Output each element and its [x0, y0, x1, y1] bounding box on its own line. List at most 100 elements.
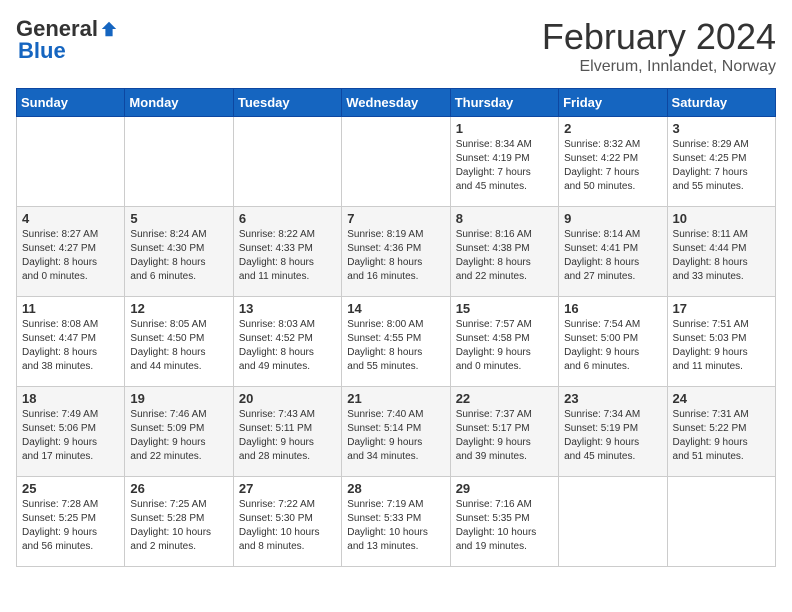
day-info: Sunrise: 8:05 AMSunset: 4:50 PMDaylight:…: [130, 318, 227, 374]
day-number: 16: [564, 301, 661, 316]
day-number: 1: [456, 121, 553, 136]
logo-icon: [100, 20, 118, 38]
day-info: Sunrise: 7:57 AMSunset: 4:58 PMDaylight:…: [456, 318, 553, 374]
calendar-cell: [125, 117, 233, 207]
day-info: Sunrise: 7:43 AMSunset: 5:11 PMDaylight:…: [239, 408, 336, 464]
day-number: 12: [130, 301, 227, 316]
weekday-header-sunday: Sunday: [17, 89, 125, 117]
calendar-cell: 28 Sunrise: 7:19 AMSunset: 5:33 PMDayligh…: [342, 477, 450, 567]
page-header: General Blue February 2024 Elverum, Innl…: [16, 16, 776, 76]
day-info: Sunrise: 8:24 AMSunset: 4:30 PMDaylight:…: [130, 228, 227, 284]
calendar-cell: 8Sunrise: 8:16 AMSunset: 4:38 PMDaylight…: [450, 207, 558, 297]
day-number: 28: [347, 481, 444, 496]
calendar-cell: 9Sunrise: 8:14 AMSunset: 4:41 PMDaylight…: [559, 207, 667, 297]
day-number: 17: [673, 301, 770, 316]
calendar-cell: [559, 477, 667, 567]
day-number: 6: [239, 211, 336, 226]
day-info: Sunrise: 7:46 AMSunset: 5:09 PMDaylight:…: [130, 408, 227, 464]
weekday-header-saturday: Saturday: [667, 89, 775, 117]
day-info: Sunrise: 7:40 AMSunset: 5:14 PMDaylight:…: [347, 408, 444, 464]
calendar-cell: 17 Sunrise: 7:51 AMSunset: 5:03 PMDayligh…: [667, 297, 775, 387]
calendar-cell: [667, 477, 775, 567]
day-info: Sunrise: 8:11 AMSunset: 4:44 PMDaylight:…: [673, 228, 770, 284]
calendar-cell: 26 Sunrise: 7:25 AMSunset: 5:28 PMDayligh…: [125, 477, 233, 567]
calendar-cell: 11 Sunrise: 8:08 AMSunset: 4:47 PMDayligh…: [17, 297, 125, 387]
calendar-cell: [233, 117, 341, 207]
calendar-cell: 2 Sunrise: 8:32 AMSunset: 4:22 PMDaylight…: [559, 117, 667, 207]
day-info: Sunrise: 7:25 AMSunset: 5:28 PMDaylight:…: [130, 498, 227, 554]
day-number: 27: [239, 481, 336, 496]
day-info: Sunrise: 7:19 AMSunset: 5:33 PMDaylight:…: [347, 498, 444, 554]
day-number: 11: [22, 301, 119, 316]
day-number: 19: [130, 391, 227, 406]
calendar-cell: 16 Sunrise: 7:54 AMSunset: 5:00 PMDayligh…: [559, 297, 667, 387]
calendar-week-1: 1 Sunrise: 8:34 AMSunset: 4:19 PMDaylight…: [17, 117, 776, 207]
day-info: Sunrise: 7:49 AMSunset: 5:06 PMDaylight:…: [22, 408, 119, 464]
day-info: Sunrise: 7:34 AMSunset: 5:19 PMDaylight:…: [564, 408, 661, 464]
calendar-cell: 5 Sunrise: 8:24 AMSunset: 4:30 PMDaylight…: [125, 207, 233, 297]
day-number: 15: [456, 301, 553, 316]
day-info: Sunrise: 7:51 AMSunset: 5:03 PMDaylight:…: [673, 318, 770, 374]
day-number: 26: [130, 481, 227, 496]
weekday-header-thursday: Thursday: [450, 89, 558, 117]
calendar-cell: 6 Sunrise: 8:22 AMSunset: 4:33 PMDaylight…: [233, 207, 341, 297]
day-number: 5: [130, 211, 227, 226]
calendar-cell: 1 Sunrise: 8:34 AMSunset: 4:19 PMDaylight…: [450, 117, 558, 207]
day-number: 18: [22, 391, 119, 406]
calendar-week-5: 25 Sunrise: 7:28 AMSunset: 5:25 PMDayligh…: [17, 477, 776, 567]
day-info: Sunrise: 8:19 AMSunset: 4:36 PMDaylight:…: [347, 228, 444, 284]
day-info: Sunrise: 7:37 AMSunset: 5:17 PMDaylight:…: [456, 408, 553, 464]
day-info: Sunrise: 8:08 AMSunset: 4:47 PMDaylight:…: [22, 318, 119, 374]
weekday-header-monday: Monday: [125, 89, 233, 117]
logo: General Blue: [16, 16, 118, 64]
weekday-header-wednesday: Wednesday: [342, 89, 450, 117]
day-number: 4: [22, 211, 119, 226]
day-info: Sunrise: 7:28 AMSunset: 5:25 PMDaylight:…: [22, 498, 119, 554]
calendar-cell: [17, 117, 125, 207]
calendar-cell: 18 Sunrise: 7:49 AMSunset: 5:06 PMDayligh…: [17, 387, 125, 477]
weekday-header-friday: Friday: [559, 89, 667, 117]
day-number: 3: [673, 121, 770, 136]
day-number: 2: [564, 121, 661, 136]
day-number: 22: [456, 391, 553, 406]
day-info: Sunrise: 8:29 AMSunset: 4:25 PMDaylight:…: [673, 138, 770, 194]
day-number: 23: [564, 391, 661, 406]
day-number: 14: [347, 301, 444, 316]
day-info: Sunrise: 8:22 AMSunset: 4:33 PMDaylight:…: [239, 228, 336, 284]
calendar-week-4: 18 Sunrise: 7:49 AMSunset: 5:06 PMDayligh…: [17, 387, 776, 477]
calendar-cell: 21Sunrise: 7:40 AMSunset: 5:14 PMDayligh…: [342, 387, 450, 477]
day-number: 9: [564, 211, 661, 226]
calendar-cell: 24 Sunrise: 7:31 AMSunset: 5:22 PMDayligh…: [667, 387, 775, 477]
calendar-cell: 7 Sunrise: 8:19 AMSunset: 4:36 PMDaylight…: [342, 207, 450, 297]
day-info: Sunrise: 7:54 AMSunset: 5:00 PMDaylight:…: [564, 318, 661, 374]
calendar-cell: 23 Sunrise: 7:34 AMSunset: 5:19 PMDayligh…: [559, 387, 667, 477]
calendar-header-row: SundayMondayTuesdayWednesdayThursdayFrid…: [17, 89, 776, 117]
day-number: 20: [239, 391, 336, 406]
day-info: Sunrise: 8:03 AMSunset: 4:52 PMDaylight:…: [239, 318, 336, 374]
day-info: Sunrise: 7:16 AMSunset: 5:35 PMDaylight:…: [456, 498, 553, 554]
calendar-cell: 13 Sunrise: 8:03 AMSunset: 4:52 PMDayligh…: [233, 297, 341, 387]
calendar-cell: 20 Sunrise: 7:43 AMSunset: 5:11 PMDayligh…: [233, 387, 341, 477]
calendar-cell: 15 Sunrise: 7:57 AMSunset: 4:58 PMDayligh…: [450, 297, 558, 387]
day-info: Sunrise: 7:31 AMSunset: 5:22 PMDaylight:…: [673, 408, 770, 464]
calendar-cell: 4 Sunrise: 8:27 AMSunset: 4:27 PMDaylight…: [17, 207, 125, 297]
location-title: Elverum, Innlandet, Norway: [542, 58, 776, 76]
calendar-table: SundayMondayTuesdayWednesdayThursdayFrid…: [16, 88, 776, 567]
calendar-cell: 22 Sunrise: 7:37 AMSunset: 5:17 PMDayligh…: [450, 387, 558, 477]
day-info: Sunrise: 8:32 AMSunset: 4:22 PMDaylight:…: [564, 138, 661, 194]
calendar-cell: 14Sunrise: 8:00 AMSunset: 4:55 PMDayligh…: [342, 297, 450, 387]
day-number: 24: [673, 391, 770, 406]
day-number: 7: [347, 211, 444, 226]
day-info: Sunrise: 8:34 AMSunset: 4:19 PMDaylight:…: [456, 138, 553, 194]
calendar-cell: 3 Sunrise: 8:29 AMSunset: 4:25 PMDaylight…: [667, 117, 775, 207]
title-area: February 2024 Elverum, Innlandet, Norway: [542, 16, 776, 76]
day-number: 8: [456, 211, 553, 226]
calendar-cell: 29Sunrise: 7:16 AMSunset: 5:35 PMDayligh…: [450, 477, 558, 567]
calendar-cell: [342, 117, 450, 207]
day-number: 25: [22, 481, 119, 496]
month-title: February 2024: [542, 16, 776, 58]
day-number: 13: [239, 301, 336, 316]
calendar-week-3: 11 Sunrise: 8:08 AMSunset: 4:47 PMDayligh…: [17, 297, 776, 387]
day-info: Sunrise: 7:22 AMSunset: 5:30 PMDaylight:…: [239, 498, 336, 554]
day-info: Sunrise: 8:27 AMSunset: 4:27 PMDaylight:…: [22, 228, 119, 284]
